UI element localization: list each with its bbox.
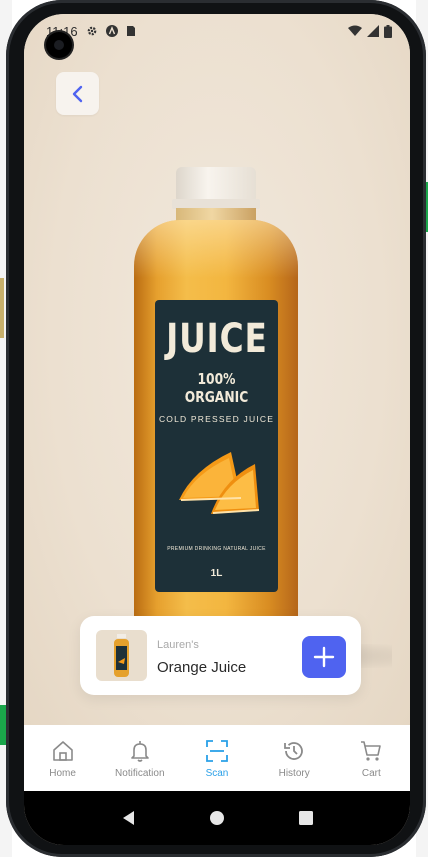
product-brand: Lauren's: [157, 639, 199, 651]
orange-slice-icon: [179, 452, 260, 514]
signal-icon: [367, 25, 379, 37]
bottom-navigation: Home Notification Scan History Cart: [24, 725, 410, 791]
product-thumbnail: [96, 630, 147, 681]
wifi-icon: [348, 25, 362, 36]
system-navigation-bar: [24, 791, 410, 845]
background-app-accent: [0, 278, 4, 338]
nav-label-history: History: [278, 768, 310, 779]
nav-label-scan: Scan: [205, 768, 229, 779]
nav-item-home[interactable]: Home: [25, 725, 101, 791]
label-subtitle: 100% ORGANIC: [184, 370, 249, 406]
nav-item-scan[interactable]: Scan: [179, 725, 255, 791]
history-icon: [284, 742, 304, 760]
bottle-highlight: [134, 220, 298, 278]
chevron-left-icon: [72, 85, 82, 102]
cart-icon: [361, 741, 382, 761]
label-tagline: COLD PRESSED JUICE: [158, 414, 275, 424]
gear-icon: [87, 26, 96, 36]
nav-item-history[interactable]: History: [256, 725, 332, 791]
status-bar: 11:16: [24, 14, 410, 48]
battery-icon: [384, 24, 392, 38]
product-card[interactable]: Lauren's Orange Juice: [80, 616, 361, 695]
bottle-thumbnail-icon: [114, 634, 129, 677]
back-triangle-icon[interactable]: [121, 810, 135, 826]
recents-square-icon[interactable]: [299, 811, 313, 825]
nav-item-cart[interactable]: Cart: [333, 725, 409, 791]
nav-label-notification: Notification: [115, 768, 165, 779]
front-camera: [46, 32, 72, 58]
nav-label-cart: Cart: [361, 768, 381, 779]
home-icon: [52, 741, 73, 761]
nav-item-notification[interactable]: Notification: [102, 725, 178, 791]
home-circle-icon[interactable]: [209, 810, 225, 826]
phone-frame: JUICE 100% ORGANIC COLD PRESSED JUICE PR…: [6, 0, 426, 857]
phone-screen: JUICE 100% ORGANIC COLD PRESSED JUICE PR…: [24, 14, 410, 845]
label-size: 1L: [210, 568, 223, 579]
label-title: JUICE: [166, 316, 268, 362]
sim-icon: [126, 26, 135, 36]
nav-label-home: Home: [49, 768, 76, 779]
plus-icon: [313, 646, 335, 668]
a-icon: [105, 25, 118, 37]
back-button[interactable]: [56, 72, 99, 115]
add-to-cart-button[interactable]: [302, 636, 346, 678]
bottle-cap: [176, 167, 256, 201]
bell-icon: [130, 741, 149, 762]
scan-icon: [206, 740, 228, 762]
label-footer: PREMIUM DRINKING NATURAL JUICE: [167, 546, 266, 552]
product-name: Orange Juice: [157, 659, 247, 676]
bottle-label: JUICE 100% ORGANIC COLD PRESSED JUICE PR…: [155, 300, 278, 592]
